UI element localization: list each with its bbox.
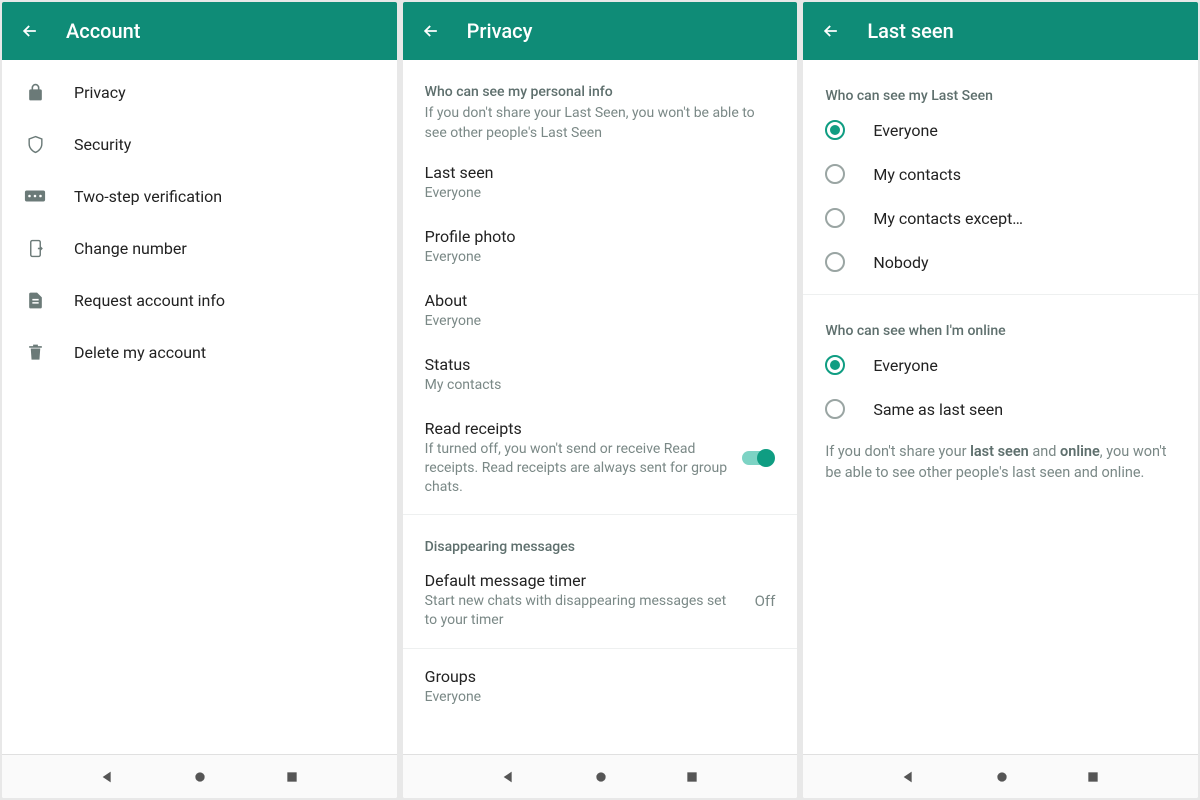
- priv-value: Everyone: [425, 312, 776, 331]
- account-item-label: Security: [74, 135, 131, 154]
- last-seen-title: Last seen: [867, 19, 953, 43]
- priv-value: Everyone: [425, 688, 776, 707]
- android-nav-bar: [803, 754, 1198, 798]
- radio-option-online-everyone[interactable]: Everyone: [803, 343, 1198, 387]
- priv-title: Profile photo: [425, 227, 776, 246]
- radio-label: Everyone: [873, 356, 937, 375]
- priv-title: Default message timer: [425, 571, 733, 590]
- last-seen-content: Who can see my Last Seen Everyone My con…: [803, 60, 1198, 754]
- trash-icon: [24, 341, 46, 363]
- account-title: Account: [66, 19, 140, 43]
- shield-icon: [24, 133, 46, 155]
- lock-icon: [24, 81, 46, 103]
- priv-value: Everyone: [425, 184, 776, 203]
- radio-option-online-same[interactable]: Same as last seen: [803, 387, 1198, 431]
- section-header-online: Who can see when I'm online: [803, 305, 1198, 343]
- phone-swap-icon: [24, 237, 46, 259]
- radio-option-everyone[interactable]: Everyone: [803, 108, 1198, 152]
- priv-title: Read receipts: [425, 419, 728, 438]
- priv-title: Status: [425, 355, 776, 374]
- radio-label: Nobody: [873, 253, 928, 272]
- account-item-delete[interactable]: Delete my account: [2, 326, 397, 378]
- radio-icon: [825, 399, 845, 419]
- account-item-label: Privacy: [74, 83, 126, 102]
- nav-back-icon[interactable]: [100, 769, 116, 785]
- privacy-panel: Privacy Who can see my personal info If …: [403, 2, 798, 798]
- section-header-personal-info: Who can see my personal info: [403, 66, 798, 104]
- account-panel: Account Privacy Security Two-step verifi…: [2, 2, 397, 798]
- nav-recent-icon[interactable]: [285, 770, 299, 784]
- radio-option-nobody[interactable]: Nobody: [803, 240, 1198, 284]
- priv-title: Last seen: [425, 163, 776, 182]
- radio-icon: [825, 120, 845, 140]
- nav-back-icon[interactable]: [501, 769, 517, 785]
- privacy-item-about[interactable]: About Everyone: [403, 279, 798, 343]
- radio-icon: [825, 208, 845, 228]
- priv-value: Everyone: [425, 248, 776, 267]
- android-nav-bar: [403, 754, 798, 798]
- account-item-label: Change number: [74, 239, 187, 258]
- section-header-disappearing: Disappearing messages: [403, 521, 798, 559]
- radio-icon: [825, 252, 845, 272]
- nav-back-icon[interactable]: [901, 769, 917, 785]
- account-item-privacy[interactable]: Privacy: [2, 66, 397, 118]
- last-seen-header: Last seen: [803, 2, 1198, 60]
- privacy-item-groups[interactable]: Groups Everyone: [403, 655, 798, 719]
- back-icon[interactable]: [20, 21, 40, 41]
- privacy-item-last-seen[interactable]: Last seen Everyone: [403, 151, 798, 215]
- account-list: Privacy Security Two-step verification C…: [2, 60, 397, 754]
- radio-label: My contacts: [873, 165, 961, 184]
- priv-title: About: [425, 291, 776, 310]
- radio-option-my-contacts-except[interactable]: My contacts except…: [803, 196, 1198, 240]
- radio-label: My contacts except…: [873, 209, 1023, 228]
- nav-home-icon[interactable]: [593, 769, 609, 785]
- radio-icon: [825, 164, 845, 184]
- radio-label: Everyone: [873, 121, 937, 140]
- priv-title: Groups: [425, 667, 776, 686]
- last-seen-panel: Last seen Who can see my Last Seen Every…: [803, 2, 1198, 798]
- privacy-content: Who can see my personal info If you don'…: [403, 60, 798, 754]
- nav-home-icon[interactable]: [994, 769, 1010, 785]
- divider: [803, 294, 1198, 295]
- password-dots-icon: [24, 185, 46, 207]
- back-icon[interactable]: [821, 21, 841, 41]
- file-icon: [24, 289, 46, 311]
- priv-value: My contacts: [425, 376, 776, 395]
- account-item-request-info[interactable]: Request account info: [2, 274, 397, 326]
- radio-option-my-contacts[interactable]: My contacts: [803, 152, 1198, 196]
- priv-sub: If turned off, you won't send or receive…: [425, 440, 728, 497]
- account-item-security[interactable]: Security: [2, 118, 397, 170]
- divider: [403, 648, 798, 649]
- account-header: Account: [2, 2, 397, 60]
- priv-value: Off: [755, 592, 776, 610]
- section-header-last-seen: Who can see my Last Seen: [803, 66, 1198, 108]
- privacy-item-default-timer[interactable]: Default message timer Start new chats wi…: [403, 559, 798, 642]
- account-item-label: Two-step verification: [74, 187, 222, 206]
- privacy-item-status[interactable]: Status My contacts: [403, 343, 798, 407]
- account-item-change-number[interactable]: Change number: [2, 222, 397, 274]
- privacy-item-read-receipts[interactable]: Read receipts If turned off, you won't s…: [403, 407, 798, 509]
- radio-label: Same as last seen: [873, 400, 1003, 419]
- info-text: If you don't share your last seen and on…: [803, 431, 1198, 493]
- privacy-title: Privacy: [467, 19, 533, 43]
- account-item-twostep[interactable]: Two-step verification: [2, 170, 397, 222]
- priv-sub: Start new chats with disappearing messag…: [425, 592, 733, 630]
- nav-home-icon[interactable]: [192, 769, 208, 785]
- section-sub-personal-info: If you don't share your Last Seen, you w…: [403, 104, 798, 151]
- privacy-item-profile-photo[interactable]: Profile photo Everyone: [403, 215, 798, 279]
- nav-recent-icon[interactable]: [685, 770, 699, 784]
- radio-icon: [825, 355, 845, 375]
- nav-recent-icon[interactable]: [1086, 770, 1100, 784]
- privacy-header: Privacy: [403, 2, 798, 60]
- account-item-label: Request account info: [74, 291, 225, 310]
- divider: [403, 514, 798, 515]
- back-icon[interactable]: [421, 21, 441, 41]
- android-nav-bar: [2, 754, 397, 798]
- account-item-label: Delete my account: [74, 343, 206, 362]
- read-receipts-toggle[interactable]: [739, 448, 775, 468]
